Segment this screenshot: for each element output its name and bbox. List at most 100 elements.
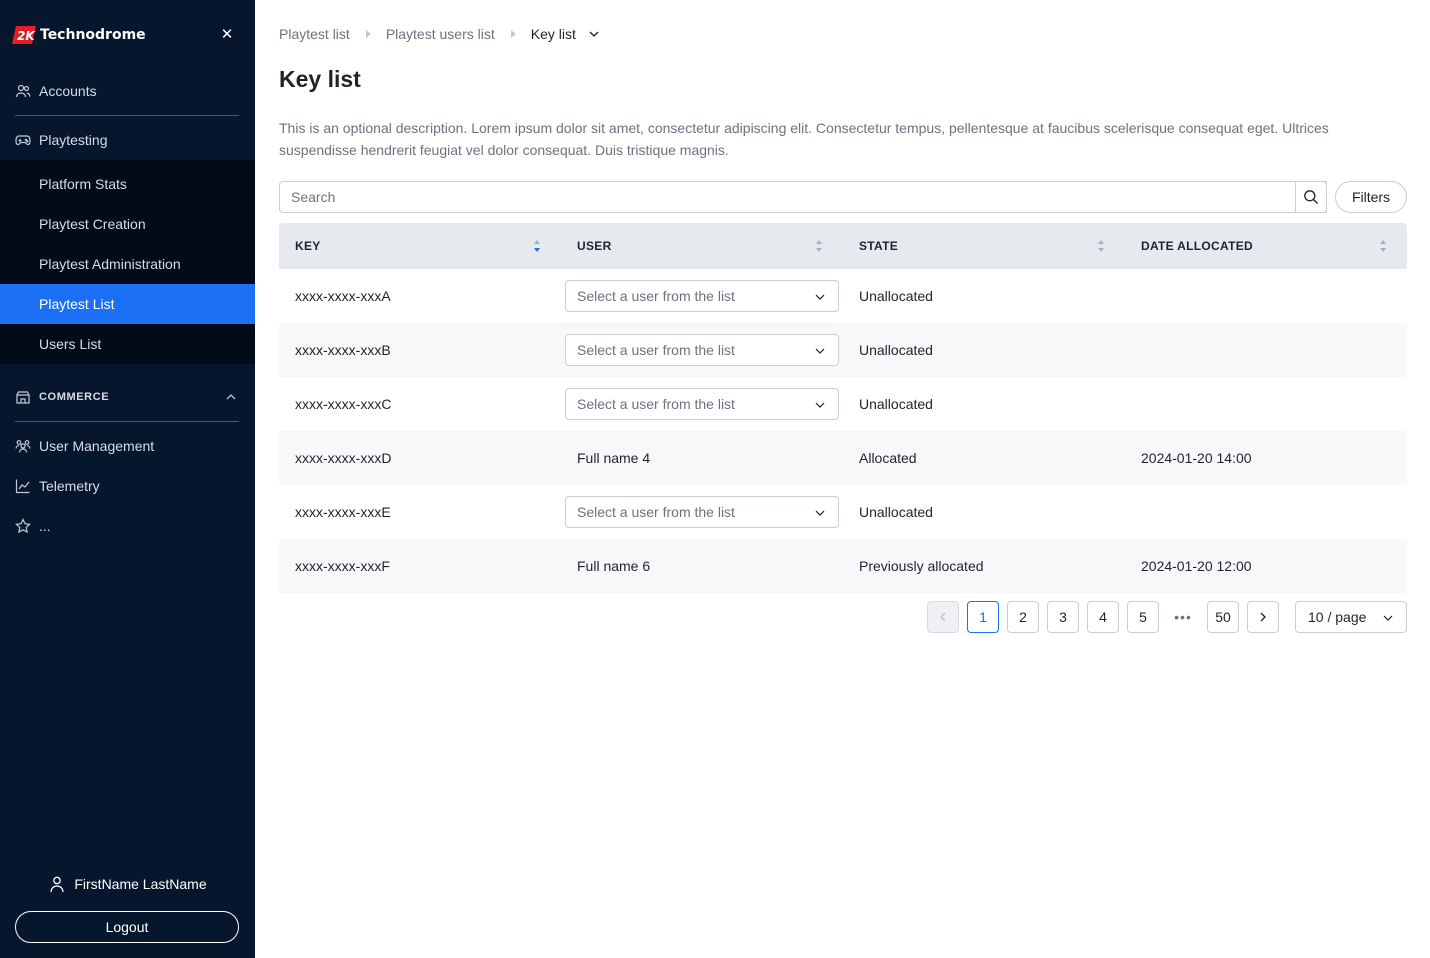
user-select[interactable]: Select a user from the list bbox=[565, 280, 839, 312]
current-user: FirstName LastName bbox=[0, 872, 255, 896]
sort-icon[interactable] bbox=[1379, 238, 1387, 254]
sidebar-item-more[interactable]: ... bbox=[0, 506, 255, 546]
page-button[interactable]: 1 bbox=[967, 601, 999, 633]
page-button[interactable]: 2 bbox=[1007, 601, 1039, 633]
filters-button[interactable]: Filters bbox=[1335, 181, 1407, 213]
sidebar-item-label: Playtest Creation bbox=[39, 216, 146, 232]
column-header-state[interactable]: STATE bbox=[859, 223, 1109, 269]
sidebar-item-users-list[interactable]: Users List bbox=[0, 324, 255, 364]
state-cell: Unallocated bbox=[859, 504, 933, 520]
star-icon bbox=[15, 518, 31, 534]
chevron-up-icon[interactable] bbox=[224, 390, 238, 404]
user-select[interactable]: Select a user from the list bbox=[565, 388, 839, 420]
column-header-label: USER bbox=[577, 239, 612, 253]
sidebar-section-commerce[interactable]: COMMERCE bbox=[0, 382, 255, 412]
user-cell: Full name 4 bbox=[577, 450, 651, 466]
search-input[interactable] bbox=[279, 181, 1327, 213]
table-row: xxxx-xxxx-xxxE Select a user from the li… bbox=[279, 485, 1407, 539]
users-icon bbox=[15, 84, 31, 98]
sidebar-item-label: Playtesting bbox=[39, 132, 108, 148]
sidebar-item-platform-stats[interactable]: Platform Stats bbox=[0, 164, 255, 204]
date-cell: 2024-01-20 14:00 bbox=[1141, 450, 1252, 466]
key-cell: xxxx-xxxx-xxxF bbox=[295, 558, 390, 574]
sidebar-item-playtesting[interactable]: Playtesting bbox=[0, 120, 255, 160]
page-button[interactable]: 3 bbox=[1047, 601, 1079, 633]
sort-icon[interactable] bbox=[533, 238, 541, 254]
sidebar-section-label: COMMERCE bbox=[39, 391, 110, 403]
sidebar-item-playtest-list[interactable]: Playtest List bbox=[0, 284, 255, 324]
chevron-left-icon bbox=[940, 612, 946, 622]
brand[interactable]: 2K Technodrome bbox=[12, 24, 146, 46]
next-page-button[interactable] bbox=[1247, 601, 1279, 633]
sidebar-item-label: Playtest List bbox=[39, 296, 115, 312]
breadcrumb: Playtest list Playtest users list Key li… bbox=[279, 24, 600, 44]
column-header-key[interactable]: KEY bbox=[295, 223, 545, 269]
state-cell: Unallocated bbox=[859, 342, 933, 358]
sidebar-item-label: Telemetry bbox=[39, 478, 100, 494]
key-cell: xxxx-xxxx-xxxE bbox=[295, 504, 391, 520]
sort-icon[interactable] bbox=[1097, 238, 1105, 254]
pagination-ellipsis[interactable]: ••• bbox=[1167, 601, 1199, 633]
breadcrumb-item-key-list: Key list bbox=[530, 26, 576, 42]
column-header-label: KEY bbox=[295, 239, 321, 253]
sidebar-item-playtest-administration[interactable]: Playtest Administration bbox=[0, 244, 255, 284]
chevron-down-icon[interactable] bbox=[588, 28, 600, 40]
keys-table: KEY USER STATE DATE ALLOCATED xxxx-xxxx-… bbox=[279, 223, 1407, 593]
brand-name: Technodrome bbox=[40, 27, 146, 43]
chevron-down-icon bbox=[815, 348, 825, 354]
search-button[interactable] bbox=[1295, 181, 1327, 213]
user-select-placeholder: Select a user from the list bbox=[577, 288, 735, 304]
user-select-placeholder: Select a user from the list bbox=[577, 504, 735, 520]
prev-page-button[interactable] bbox=[927, 601, 959, 633]
sidebar-item-label: ... bbox=[39, 518, 51, 534]
current-user-name: FirstName LastName bbox=[74, 876, 207, 892]
page-button-last[interactable]: 50 bbox=[1207, 601, 1239, 633]
chevron-down-icon bbox=[1383, 615, 1393, 621]
logout-button[interactable]: Logout bbox=[15, 911, 239, 943]
page-size-value: 10 / page bbox=[1308, 609, 1367, 625]
search-icon bbox=[1304, 190, 1318, 204]
user-cell: Full name 6 bbox=[577, 558, 651, 574]
sidebar-item-accounts[interactable]: Accounts bbox=[0, 71, 255, 111]
store-icon bbox=[16, 391, 30, 404]
chevron-down-icon bbox=[815, 402, 825, 408]
brand-2k-logo-icon: 2K bbox=[12, 26, 36, 44]
key-cell: xxxx-xxxx-xxxC bbox=[295, 396, 392, 412]
sidebar-divider bbox=[15, 421, 239, 422]
table-row: xxxx-xxxx-xxxC Select a user from the li… bbox=[279, 377, 1407, 431]
state-cell: Unallocated bbox=[859, 288, 933, 304]
pagination: 1 2 3 4 5 ••• 50 10 / page bbox=[927, 601, 1407, 633]
sidebar-item-playtest-creation[interactable]: Playtest Creation bbox=[0, 204, 255, 244]
sort-icon[interactable] bbox=[815, 238, 823, 254]
gamepad-icon bbox=[15, 135, 31, 146]
page-button[interactable]: 4 bbox=[1087, 601, 1119, 633]
sidebar-item-user-management[interactable]: User Management bbox=[0, 426, 255, 466]
chevron-down-icon bbox=[815, 294, 825, 300]
close-icon[interactable]: ✕ bbox=[218, 26, 236, 44]
page-size-select[interactable]: 10 / page bbox=[1295, 601, 1407, 633]
table-header: KEY USER STATE DATE ALLOCATED bbox=[279, 223, 1407, 269]
sidebar-item-label: Platform Stats bbox=[39, 176, 127, 192]
breadcrumb-item-playtest-list[interactable]: Playtest list bbox=[279, 26, 350, 42]
state-cell: Allocated bbox=[859, 450, 917, 466]
breadcrumb-item-playtest-users-list[interactable]: Playtest users list bbox=[386, 26, 495, 42]
page-button[interactable]: 5 bbox=[1127, 601, 1159, 633]
table-row: xxxx-xxxx-xxxB Select a user from the li… bbox=[279, 323, 1407, 377]
column-header-date-allocated[interactable]: DATE ALLOCATED bbox=[1141, 223, 1391, 269]
user-select-placeholder: Select a user from the list bbox=[577, 342, 735, 358]
date-cell: 2024-01-20 12:00 bbox=[1141, 558, 1252, 574]
column-header-user[interactable]: USER bbox=[577, 223, 827, 269]
key-cell: xxxx-xxxx-xxxD bbox=[295, 450, 392, 466]
column-header-label: DATE ALLOCATED bbox=[1141, 239, 1253, 253]
user-select[interactable]: Select a user from the list bbox=[565, 496, 839, 528]
user-select[interactable]: Select a user from the list bbox=[565, 334, 839, 366]
key-cell: xxxx-xxxx-xxxA bbox=[295, 288, 391, 304]
sidebar-item-telemetry[interactable]: Telemetry bbox=[0, 466, 255, 506]
sidebar-item-label: Accounts bbox=[39, 83, 97, 99]
state-cell: Unallocated bbox=[859, 396, 933, 412]
chevron-right-icon bbox=[1260, 612, 1266, 622]
caret-right-icon bbox=[510, 30, 516, 38]
main-content: Playtest list Playtest users list Key li… bbox=[255, 0, 1430, 958]
sidebar-item-label: User Management bbox=[39, 438, 155, 454]
column-header-label: STATE bbox=[859, 239, 899, 253]
